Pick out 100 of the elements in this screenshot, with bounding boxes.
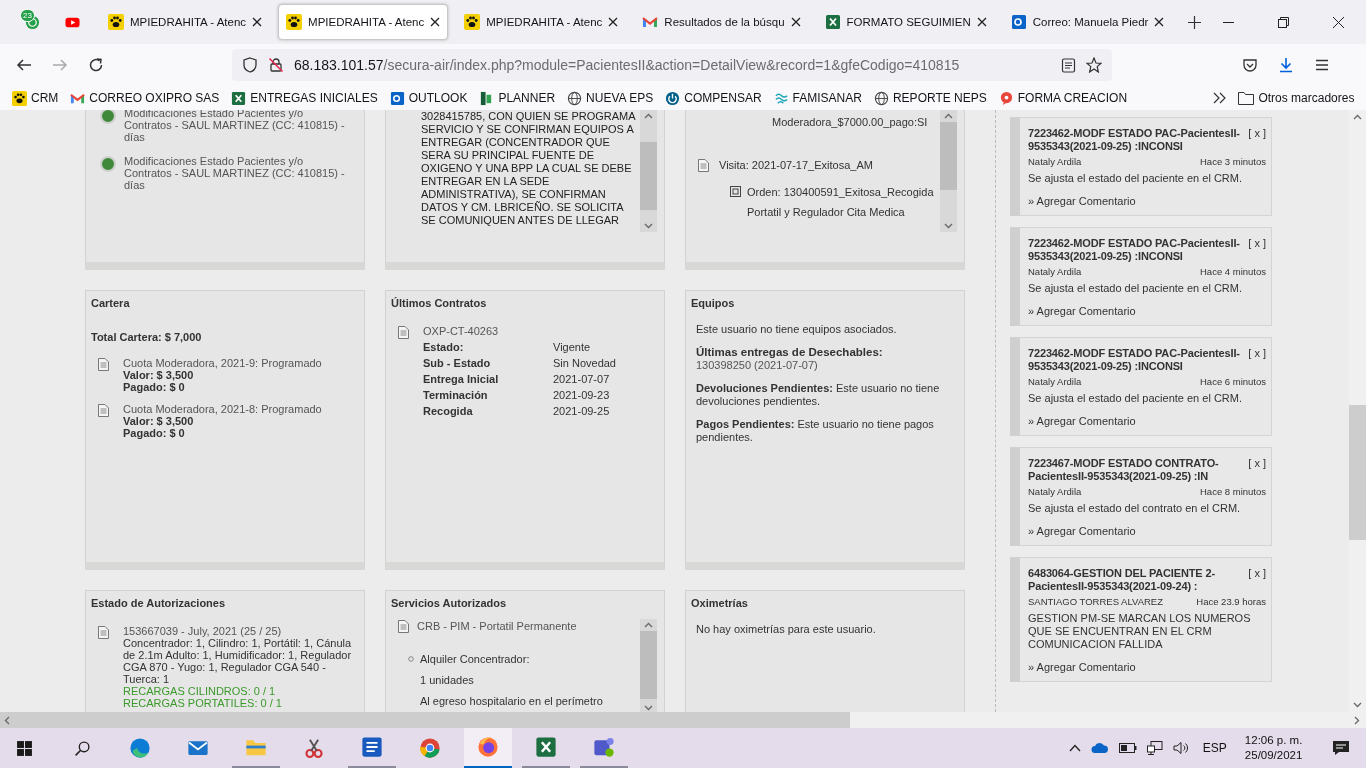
browser-tab[interactable]: MPIEDRAHITA - Atenc (278, 4, 449, 40)
bookmark[interactable]: REPORTE NEPS (873, 90, 987, 106)
scroll-thumb[interactable] (1349, 405, 1366, 540)
scroll-thumb[interactable] (640, 142, 657, 210)
chevron-up-icon[interactable] (1068, 744, 1081, 752)
star-icon[interactable] (1086, 57, 1102, 73)
scroll-down-icon[interactable] (944, 223, 953, 229)
language-indicator[interactable]: ESP (1202, 741, 1227, 755)
bookmark[interactable]: OUTLOOK (389, 90, 468, 106)
scrollbar[interactable] (640, 110, 657, 232)
close-icon[interactable] (1154, 17, 1165, 27)
document-icon (98, 358, 109, 371)
network-icon[interactable] (1146, 741, 1163, 755)
bookmark[interactable]: ENTREGAS INICIALES (231, 90, 378, 106)
tab-title: Correo: Manuela Piedr (1032, 16, 1149, 28)
notifications-icon[interactable] (1332, 740, 1351, 756)
shield-icon[interactable] (242, 57, 258, 73)
reader-view-icon[interactable] (1061, 57, 1076, 73)
dismiss-link[interactable]: [ x ] (1248, 127, 1266, 153)
panel-title: Últimos Contratos (390, 296, 488, 309)
authorization-link[interactable]: 153667039 - July, 2021 (25 / 25) (123, 625, 354, 637)
dismiss-link[interactable]: [ x ] (1248, 457, 1266, 483)
scroll-down-icon[interactable] (644, 223, 653, 229)
modification-link[interactable]: Modificaciones Estado Pacientes y/o Contratos - SAUL MARTINEZ (CC: 410815) - días (124, 155, 352, 191)
clock[interactable]: 12:06 p. m. 25/09/2021 (1244, 733, 1303, 763)
document-icon (398, 326, 409, 339)
tab-title: FORMATO SEGUIMIEN (846, 16, 971, 28)
close-icon[interactable] (790, 17, 801, 27)
scrollbar[interactable] (940, 110, 957, 232)
value-text: Valor: $ 3,500 (123, 369, 195, 381)
browser-tab[interactable]: Correo: Manuela Piedr (1002, 4, 1173, 40)
bookmark[interactable]: FAMISANAR (773, 90, 862, 106)
scroll-thumb[interactable] (940, 122, 957, 190)
dismiss-link[interactable]: [ x ] (1248, 237, 1266, 263)
total-text: Total Cartera: $ 7,000 (90, 330, 203, 345)
pocket-icon[interactable] (1242, 57, 1258, 73)
insecure-lock-icon[interactable] (268, 57, 284, 73)
scrollbar[interactable] (0, 712, 1366, 728)
scroll-up-icon[interactable] (1353, 114, 1363, 120)
scroll-up-icon[interactable] (644, 113, 653, 119)
scroll-left-icon[interactable] (4, 715, 10, 725)
browser-tab[interactable]: Resultados de la búsqu (634, 4, 809, 40)
browser-tab[interactable]: MPIEDRAHITA - Atenc (456, 4, 627, 40)
scrollbar[interactable] (1349, 110, 1366, 712)
authorization-detail: Concentrador: 1, Cilindro: 1, Portátil: 1, Cánula de 2.1m Adulto: 1, Humidificador: 1, Regulador CGA 870 - Yugo: 1, Regulador CGA 540 - Tuerca: 1 (123, 637, 353, 685)
add-comment-link[interactable]: » Agregar Comentario (1028, 195, 1266, 207)
activity-text: Se ajusta el estado del paciente en el CRM. (1028, 282, 1244, 295)
scroll-down-icon[interactable] (644, 705, 653, 711)
bookmark[interactable]: PLANNER (479, 90, 556, 106)
close-icon[interactable] (608, 17, 619, 27)
service-link[interactable]: CRB - PIM - Portatil Permanente (417, 620, 577, 632)
scroll-thumb[interactable] (0, 712, 850, 728)
cloud-icon[interactable] (1090, 742, 1109, 754)
add-comment-link[interactable]: » Agregar Comentario (1028, 305, 1266, 317)
scrollbar[interactable] (640, 619, 657, 712)
download-icon[interactable] (1278, 57, 1294, 73)
author-name: SANTIAGO TORRES ALVAREZ (1028, 596, 1163, 607)
fee-link[interactable]: Cuota Moderadora, 2021-8: Programado (123, 403, 322, 415)
browser-tab[interactable]: FORMATO SEGUIMIEN (816, 4, 995, 40)
new-tab-icon[interactable] (1188, 15, 1202, 29)
address-bar[interactable]: 68.183.101.57/secura-air/index.php?module=PacientesII&action=DetailView&record=1&gfeCodigo=410815 (232, 49, 1112, 81)
close-icon[interactable] (1333, 16, 1345, 28)
back-icon[interactable] (16, 57, 32, 73)
contract-link[interactable]: OXP-CT-40263 (423, 325, 616, 337)
dismiss-link[interactable]: [ x ] (1248, 347, 1266, 373)
activity-title: 7223462-MODF ESTADO PAC-PacientesII-9535343(2021-09-25) :INCONSI (1028, 127, 1241, 153)
bookmark[interactable]: NUEVA EPS (567, 90, 654, 106)
close-icon[interactable] (976, 17, 987, 27)
bookmark[interactable]: CRM (12, 90, 59, 106)
reload-icon[interactable] (88, 57, 104, 73)
close-icon[interactable] (430, 17, 441, 27)
scroll-up-icon[interactable] (944, 113, 953, 119)
scroll-down-icon[interactable] (1353, 702, 1363, 708)
scroll-right-icon[interactable] (1354, 715, 1361, 725)
bookmark-folder[interactable]: Otros marcadores (1238, 91, 1355, 105)
add-comment-link[interactable]: » Agregar Comentario (1028, 525, 1266, 537)
bookmark[interactable]: FORMA CREACION (998, 90, 1128, 106)
scroll-up-icon[interactable] (644, 622, 653, 628)
delivery-link[interactable]: 130398250 (2021-07-07) (696, 359, 954, 372)
chat-bubble-icon (998, 90, 1014, 106)
restore-icon[interactable] (1278, 16, 1290, 28)
notification-badge: 23 (20, 9, 35, 22)
modification-link[interactable]: Modificaciones Estado Pacientes y/o Contratos - SAUL MARTINEZ (CC: 410815) - días (124, 110, 352, 143)
close-icon[interactable] (252, 17, 263, 27)
battery-icon[interactable] (1118, 743, 1137, 753)
add-comment-link[interactable]: » Agregar Comentario (1028, 661, 1266, 673)
dismiss-link[interactable]: [ x ] (1248, 567, 1266, 593)
fee-link[interactable]: Cuota Moderadora, 2021-9: Programado (123, 357, 322, 369)
scroll-thumb[interactable] (640, 631, 657, 699)
browser-tab[interactable]: MPIEDRAHITA - Atenc (100, 4, 271, 40)
chevron-icon[interactable] (1213, 92, 1227, 104)
add-comment-link[interactable]: » Agregar Comentario (1028, 415, 1266, 427)
volume-icon[interactable] (1172, 741, 1189, 755)
activity-title: 7223467-MODF ESTADO CONTRATO-PacientesII-9535343(2021-09-25) :IN (1028, 457, 1220, 483)
bookmark[interactable]: COMPENSAR (665, 90, 762, 106)
menu-icon[interactable] (1314, 57, 1330, 73)
folder-icon (1238, 91, 1255, 105)
bookmark[interactable]: CORREO OXIPRO SAS (70, 90, 220, 106)
search-icon (73, 739, 91, 757)
mail-app-icon (1010, 14, 1027, 30)
